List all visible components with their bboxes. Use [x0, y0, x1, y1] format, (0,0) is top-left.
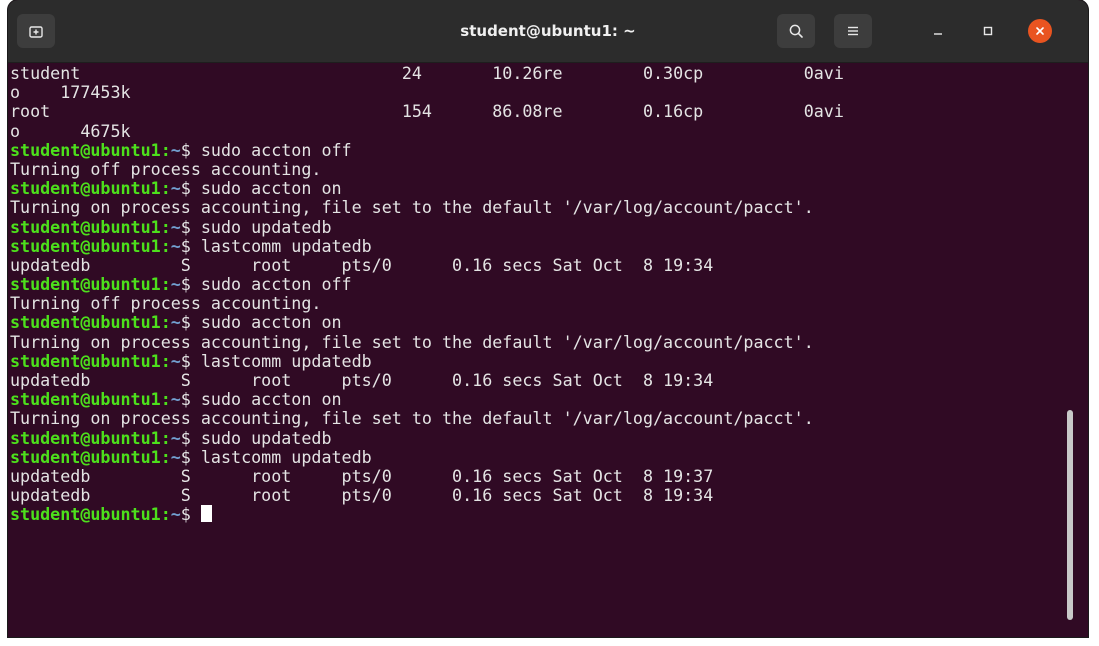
prompt-symbol: $	[180, 178, 201, 199]
prompt-symbol: $	[180, 446, 201, 467]
output-line: o 4675k	[10, 120, 131, 141]
prompt-user-host: student@ubuntu1	[10, 504, 161, 525]
prompt-user-host: student@ubuntu1	[10, 274, 161, 295]
output-line: student 24 10.26re 0.30cp 0avi	[10, 63, 844, 83]
search-button[interactable]	[777, 14, 815, 48]
maximize-icon	[983, 26, 993, 36]
command-line: student@ubuntu1:~$ sudo updatedb	[10, 216, 1060, 237]
prompt-user-host: student@ubuntu1	[10, 139, 161, 160]
prompt-symbol: $	[180, 389, 201, 410]
output-line: o 177453k	[10, 82, 131, 103]
command-line: student@ubuntu1:~$ lastcomm updatedb	[10, 350, 1060, 371]
prompt-path: ~	[170, 178, 181, 199]
command-line: student@ubuntu1:~$ lastcomm updatedb	[10, 235, 1060, 256]
prompt-colon: :	[160, 350, 171, 371]
output-line: Turning off process accounting.	[10, 293, 322, 314]
output-line: root 154 86.08re 0.16cp 0avi	[10, 101, 844, 122]
prompt-path: ~	[170, 312, 181, 333]
prompt-path: ~	[170, 274, 181, 295]
prompt-colon: :	[160, 178, 171, 199]
command-text: sudo accton on	[200, 312, 342, 333]
command-line: student@ubuntu1:~$ sudo updatedb	[10, 427, 1060, 448]
command-line: student@ubuntu1:~$ lastcomm updatedb	[10, 446, 1060, 467]
command-text: sudo updatedb	[200, 427, 332, 448]
command-text: lastcomm updatedb	[200, 446, 372, 467]
prompt-colon: :	[160, 312, 171, 333]
output-line: Turning on process accounting, file set …	[10, 331, 814, 352]
command-line: student@ubuntu1:~$ sudo accton on	[10, 179, 1060, 198]
output-line: updatedb S root pts/0 0.16 secs Sat Oct …	[10, 465, 714, 486]
minimize-button[interactable]	[926, 19, 950, 43]
prompt-colon: :	[160, 274, 171, 295]
command-text: sudo updatedb	[200, 216, 332, 237]
new-tab-button[interactable]	[17, 14, 55, 48]
prompt-user-host: student@ubuntu1	[10, 312, 161, 333]
prompt-symbol: $	[180, 274, 201, 295]
text-cursor	[200, 505, 212, 523]
prompt-user-host: student@ubuntu1	[10, 350, 161, 371]
command-line: student@ubuntu1:~$ sudo accton off	[10, 139, 1060, 160]
hamburger-menu-icon	[848, 26, 858, 36]
maximize-button[interactable]	[976, 19, 1000, 43]
close-button[interactable]	[1028, 19, 1052, 43]
command-text: sudo accton on	[200, 178, 342, 199]
prompt-path: ~	[170, 389, 181, 410]
prompt-colon: :	[160, 446, 171, 467]
scrollbar-thumb[interactable]	[1067, 410, 1073, 620]
prompt-user-host: student@ubuntu1	[10, 427, 161, 448]
prompt-path: ~	[170, 216, 181, 237]
prompt-path: ~	[170, 235, 181, 256]
prompt-path: ~	[170, 504, 181, 525]
output-line: updatedb S root pts/0 0.16 secs Sat Oct …	[10, 370, 714, 390]
command-text: lastcomm updatedb	[200, 350, 372, 371]
output-line: Turning on process accounting, file set …	[10, 408, 814, 429]
command-text: sudo accton on	[200, 389, 342, 410]
prompt-symbol: $	[180, 504, 201, 525]
search-icon	[789, 24, 803, 38]
prompt-colon: :	[160, 427, 171, 448]
output-line: updatedb S root pts/0 0.16 secs Sat Oct …	[10, 254, 714, 275]
command-text: lastcomm updatedb	[200, 235, 372, 256]
minimize-icon	[934, 33, 942, 35]
command-line: student@ubuntu1:~$ sudo accton off	[10, 274, 1060, 295]
command-line: student@ubuntu1:~$ sudo accton on	[10, 390, 1060, 409]
prompt-symbol: $	[180, 427, 201, 448]
prompt-symbol: $	[180, 312, 201, 333]
command-line: student@ubuntu1:~$ sudo accton on	[10, 313, 1060, 332]
prompt-user-host: student@ubuntu1	[10, 216, 161, 237]
prompt-path: ~	[170, 427, 181, 448]
prompt-colon: :	[160, 389, 171, 410]
title-bar: student@ubuntu1: ~	[8, 0, 1088, 63]
prompt-symbol: $	[180, 139, 201, 160]
prompt-colon: :	[160, 139, 171, 160]
command-line: student@ubuntu1:~$	[10, 505, 1060, 524]
prompt-path: ~	[170, 139, 181, 160]
prompt-symbol: $	[180, 216, 201, 237]
prompt-user-host: student@ubuntu1	[10, 389, 161, 410]
menu-button[interactable]	[834, 14, 872, 48]
output-line: updatedb S root pts/0 0.16 secs Sat Oct …	[10, 485, 714, 506]
prompt-symbol: $	[180, 235, 201, 256]
new-tab-icon	[29, 26, 43, 38]
prompt-path: ~	[170, 446, 181, 467]
output-line: Turning on process accounting, file set …	[10, 197, 814, 218]
output-line: Turning off process accounting.	[10, 158, 322, 179]
terminal-window: student@ubuntu1: ~ student 24 10.26re 0.…	[8, 0, 1088, 637]
prompt-colon: :	[160, 216, 171, 237]
command-text: sudo accton off	[200, 139, 352, 160]
prompt-colon: :	[160, 504, 171, 525]
prompt-user-host: student@ubuntu1	[10, 178, 161, 199]
close-icon	[1036, 27, 1044, 35]
terminal-output[interactable]: student 24 10.26re 0.30cp 0avi o 177453k r…	[10, 63, 1060, 634]
prompt-symbol: $	[180, 350, 201, 371]
prompt-user-host: student@ubuntu1	[10, 446, 161, 467]
prompt-colon: :	[160, 235, 171, 256]
prompt-path: ~	[170, 350, 181, 371]
command-text: sudo accton off	[200, 274, 352, 295]
prompt-user-host: student@ubuntu1	[10, 235, 161, 256]
